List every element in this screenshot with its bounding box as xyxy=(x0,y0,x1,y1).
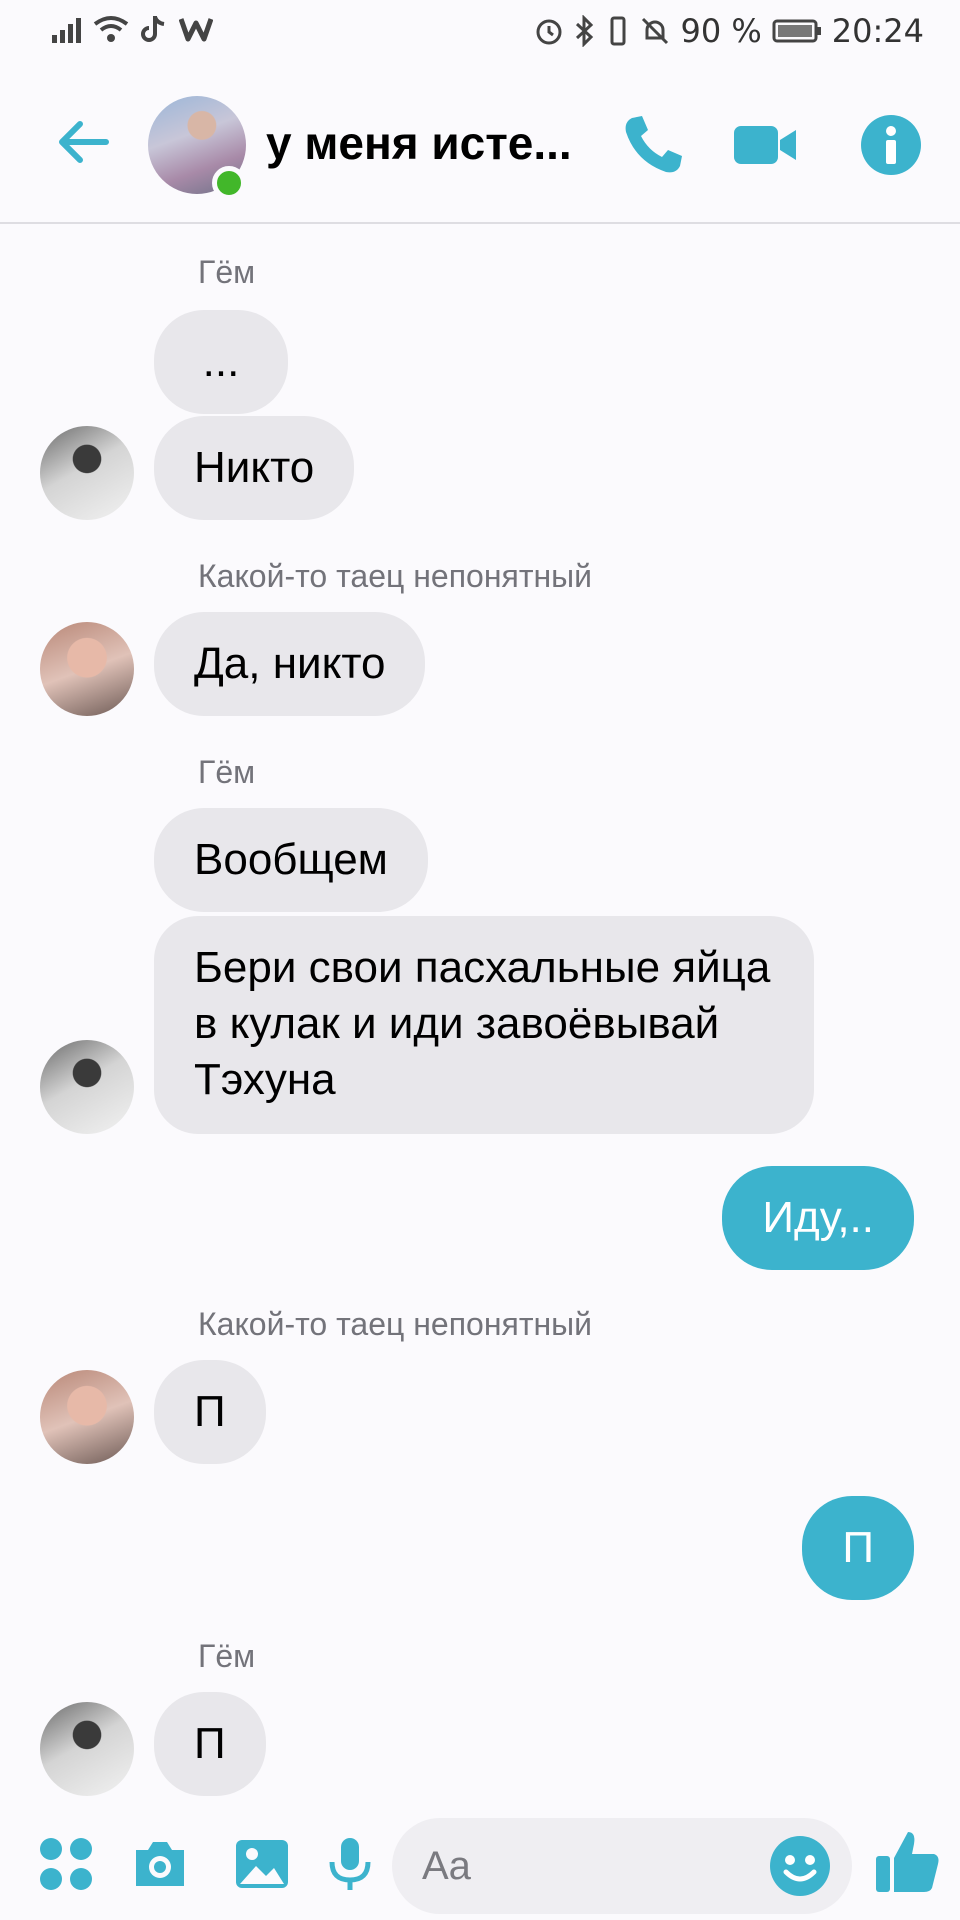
gallery-icon[interactable] xyxy=(232,1834,292,1894)
like-thumbs-up-icon[interactable] xyxy=(872,1826,944,1898)
avatar[interactable] xyxy=(40,1370,134,1464)
message-bubble[interactable]: П xyxy=(154,1360,266,1464)
video-call-icon[interactable] xyxy=(730,110,800,180)
message-bubble[interactable]: П xyxy=(154,1692,266,1796)
emoji-icon[interactable] xyxy=(768,1834,832,1898)
wifi-icon xyxy=(93,16,129,42)
message-bubble-outgoing[interactable]: П xyxy=(802,1496,914,1600)
back-arrow-icon[interactable] xyxy=(52,112,112,172)
wattpad-icon xyxy=(179,18,213,42)
message-input[interactable] xyxy=(422,1836,742,1896)
mute-bell-icon xyxy=(642,17,669,45)
avatar[interactable] xyxy=(40,1702,134,1796)
message-list[interactable]: Гём ... Никто Какой-то таец непонятный Д… xyxy=(0,226,960,1806)
info-icon[interactable] xyxy=(856,110,926,180)
sender-name: Гём xyxy=(198,754,256,790)
avatar[interactable] xyxy=(40,1040,134,1134)
battery-icon xyxy=(772,19,821,43)
message-bubble[interactable]: Никто xyxy=(154,416,355,520)
alarm-icon xyxy=(536,19,562,45)
bluetooth-icon xyxy=(576,15,594,47)
message-bubble-outgoing[interactable]: Иду,.. xyxy=(722,1166,914,1270)
battery-percent: 90 % xyxy=(680,12,762,50)
signal-icon xyxy=(52,15,81,43)
sender-name: Какой-то таец непонятный xyxy=(198,558,593,594)
message-bubble[interactable]: Бери свои пасхальные яйца в кулак и иди … xyxy=(154,916,814,1134)
camera-icon[interactable] xyxy=(130,1834,190,1894)
online-indicator xyxy=(212,166,246,200)
avatar[interactable] xyxy=(40,426,134,520)
vibrate-icon xyxy=(610,16,626,46)
message-bubble[interactable]: Вообщем xyxy=(154,808,428,912)
microphone-icon[interactable] xyxy=(320,1834,380,1894)
tiktok-icon xyxy=(141,16,165,42)
sender-name: Какой-то таец непонятный xyxy=(198,1306,593,1342)
clock: 20:24 xyxy=(831,12,924,50)
avatar[interactable] xyxy=(40,622,134,716)
message-bubble[interactable]: Да, никто xyxy=(154,612,426,716)
chat-header: у меня исте... xyxy=(0,66,960,224)
message-bubble[interactable]: ... xyxy=(154,310,288,414)
status-bar: 90 % 20:24 xyxy=(0,0,960,66)
apps-icon[interactable] xyxy=(36,1834,96,1894)
sender-name: Гём xyxy=(198,1638,256,1674)
message-composer[interactable] xyxy=(392,1818,852,1914)
chat-title[interactable]: у меня исте... xyxy=(266,116,596,170)
composer-bar xyxy=(0,1808,960,1920)
phone-icon[interactable] xyxy=(618,110,688,180)
sender-name: Гём xyxy=(198,254,256,290)
